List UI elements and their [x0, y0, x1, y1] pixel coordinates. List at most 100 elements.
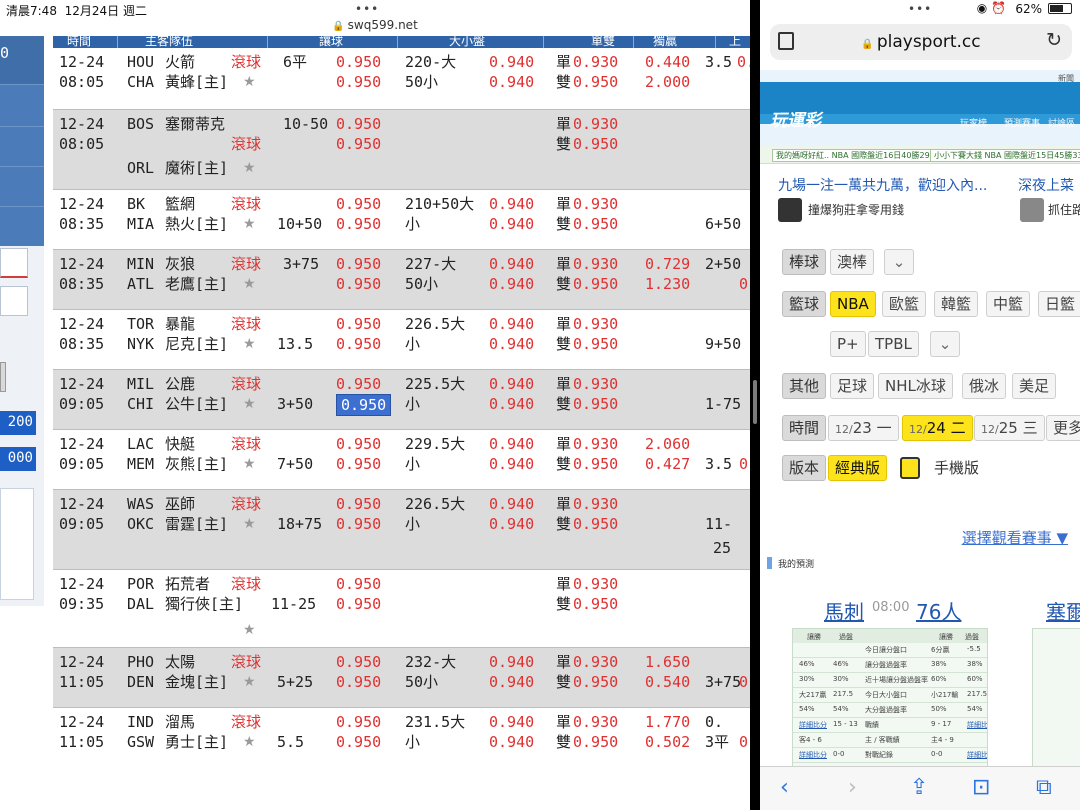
- even-odds[interactable]: 0.950: [573, 214, 618, 234]
- handicap-odds-away[interactable]: 0.950: [336, 712, 381, 732]
- total-odds-under[interactable]: 0.940: [489, 454, 534, 474]
- firsthalf-odds-home[interactable]: 0.: [739, 732, 750, 752]
- handicap-odds-away[interactable]: 0.950: [336, 314, 381, 334]
- reload-icon[interactable]: ↻: [1046, 29, 1062, 51]
- handicap-odds-away[interactable]: 0.950: [336, 652, 381, 672]
- handicap-odds-away[interactable]: 0.950: [336, 434, 381, 454]
- handicap-odds-home[interactable]: 0.950: [336, 394, 392, 416]
- favorite-star-icon[interactable]: ★: [243, 214, 256, 234]
- filter-chip-nhl[interactable]: NHL冰球: [878, 373, 953, 399]
- moneyline-home[interactable]: 0.427: [645, 454, 690, 474]
- nav-forum[interactable]: 討論區: [1048, 116, 1075, 129]
- date-chip-1225[interactable]: 12/25 三: [974, 415, 1045, 441]
- favorite-star-icon[interactable]: ★: [243, 620, 256, 640]
- sliver-menu-item[interactable]: [0, 166, 44, 206]
- favorite-star-icon[interactable]: ★: [243, 334, 256, 354]
- even-odds[interactable]: 0.950: [573, 134, 618, 154]
- total-odds-under[interactable]: 0.940: [489, 672, 534, 692]
- sliver-menu-item[interactable]: [0, 84, 44, 126]
- handicap-odds-home[interactable]: 0.950: [336, 72, 381, 92]
- moneyline-away[interactable]: 1.770: [645, 712, 690, 732]
- moneyline-away[interactable]: 0.440: [645, 52, 690, 72]
- total-odds-over[interactable]: 0.940: [489, 434, 534, 454]
- filter-chip-japan[interactable]: 日籃: [1038, 291, 1080, 317]
- banner-toplink[interactable]: 新聞: [1058, 73, 1074, 84]
- handicap-odds-away[interactable]: 0.950: [336, 52, 381, 72]
- moneyline-home[interactable]: 1.230: [645, 274, 690, 294]
- handicap-odds-home[interactable]: 0.950: [336, 274, 381, 294]
- moneyline-home[interactable]: 0.502: [645, 732, 690, 752]
- total-odds-under[interactable]: 0.940: [489, 514, 534, 534]
- home-team-link[interactable]: 76人: [916, 596, 961, 625]
- favorite-star-icon[interactable]: ★: [243, 454, 256, 474]
- handicap-odds-away[interactable]: 0.950: [336, 114, 381, 134]
- firsthalf-odds-home[interactable]: 0.: [739, 454, 750, 474]
- filter-chip-pplus[interactable]: P+: [830, 331, 866, 357]
- total-odds-under[interactable]: 0.940: [489, 334, 534, 354]
- filter-chip-korea[interactable]: 韓籃: [934, 291, 979, 317]
- total-odds-over[interactable]: 0.940: [489, 494, 534, 514]
- back-icon[interactable]: ‹: [780, 775, 789, 800]
- author-name[interactable]: 抓住路: [1048, 201, 1080, 218]
- ticker-item[interactable]: 小小下賽大錢 NBA 國際盤近15日45勝33: [930, 149, 1080, 162]
- url-bar[interactable]: 🔒 swq599.net: [0, 18, 750, 36]
- sliver-menu-item[interactable]: [0, 206, 44, 246]
- handicap-odds-home[interactable]: 0.950: [336, 214, 381, 234]
- total-odds-under[interactable]: 0.940: [489, 394, 534, 414]
- author-name[interactable]: 撞爆狗莊拿零用錢: [808, 201, 904, 218]
- total-odds-under[interactable]: 0.940: [489, 732, 534, 752]
- split-handle[interactable]: [753, 380, 757, 424]
- odd-odds[interactable]: 0.930: [573, 314, 618, 334]
- favorite-star-icon[interactable]: ★: [243, 514, 256, 534]
- filter-chip-china[interactable]: 中籃: [986, 291, 1031, 317]
- handicap-odds-away[interactable]: 0.950: [336, 494, 381, 514]
- even-odds[interactable]: 0.950: [573, 72, 618, 92]
- nav-ranking[interactable]: 玩家榜: [960, 116, 987, 129]
- moneyline-away[interactable]: 0.729: [645, 254, 690, 274]
- stats-cell[interactable]: 詳細比分: [799, 750, 827, 760]
- filter-chip-euro[interactable]: 歐籃: [882, 291, 927, 317]
- handicap-odds-away[interactable]: 0.950: [336, 254, 381, 274]
- filter-chip-khl[interactable]: 俄冰: [962, 373, 1007, 399]
- firsthalf-odds-home[interactable]: 0: [739, 672, 748, 692]
- date-chip-1224[interactable]: 12/24 二: [902, 415, 973, 441]
- version-classic[interactable]: 經典版: [828, 455, 888, 481]
- multitask-dots-icon[interactable]: •••: [908, 2, 932, 16]
- avatar[interactable]: [1020, 198, 1044, 222]
- handicap-odds-away[interactable]: 0.950: [336, 194, 381, 214]
- filter-chip-nba[interactable]: NBA: [830, 291, 876, 317]
- even-odds[interactable]: 0.950: [573, 732, 618, 752]
- filter-chip-soccer[interactable]: 足球: [830, 373, 875, 399]
- address-bar[interactable]: 🔒 playsport.cc ↻: [770, 24, 1072, 60]
- away-team-link[interactable]: 馬刺: [824, 596, 864, 625]
- odd-odds[interactable]: 0.930: [573, 494, 618, 514]
- stats-cell[interactable]: 詳細比分: [967, 720, 987, 730]
- odd-odds[interactable]: 0.930: [573, 114, 618, 134]
- total-odds-over[interactable]: 0.940: [489, 712, 534, 732]
- odd-odds[interactable]: 0.930: [573, 52, 618, 72]
- chevron-down-icon[interactable]: ⌄: [884, 249, 914, 275]
- filter-chip-nfl[interactable]: 美足: [1012, 373, 1057, 399]
- odd-odds[interactable]: 0.930: [573, 434, 618, 454]
- stats-cell[interactable]: 詳細比分: [799, 720, 827, 730]
- favorite-star-icon[interactable]: ★: [243, 394, 256, 414]
- handicap-odds-home[interactable]: 0.950: [336, 334, 381, 354]
- moneyline-home[interactable]: 0.540: [645, 672, 690, 692]
- total-odds-over[interactable]: 0.940: [489, 52, 534, 72]
- article-link[interactable]: 九場一注一萬共九萬，歡迎入內...: [778, 175, 987, 195]
- handicap-odds-home[interactable]: 0.950: [336, 672, 381, 692]
- date-chip-1223[interactable]: 12/23 一: [828, 415, 899, 441]
- odd-odds[interactable]: 0.930: [573, 374, 618, 394]
- total-odds-over[interactable]: 0.940: [489, 314, 534, 334]
- total-odds-under[interactable]: 0.940: [489, 274, 534, 294]
- handicap-odds-away[interactable]: 0.950: [336, 374, 381, 394]
- sliver-input[interactable]: [0, 248, 28, 278]
- odd-odds[interactable]: 0.930: [573, 652, 618, 672]
- stats-cell[interactable]: 詳細比分: [967, 750, 987, 760]
- sliver-button[interactable]: [0, 362, 6, 392]
- firsthalf-odds-home[interactable]: 25: [713, 538, 731, 558]
- total-odds-under[interactable]: 0.940: [489, 72, 534, 92]
- filter-chip-tpbl[interactable]: TPBL: [868, 331, 919, 357]
- even-odds[interactable]: 0.950: [573, 672, 618, 692]
- chevron-down-icon[interactable]: ⌄: [930, 331, 960, 357]
